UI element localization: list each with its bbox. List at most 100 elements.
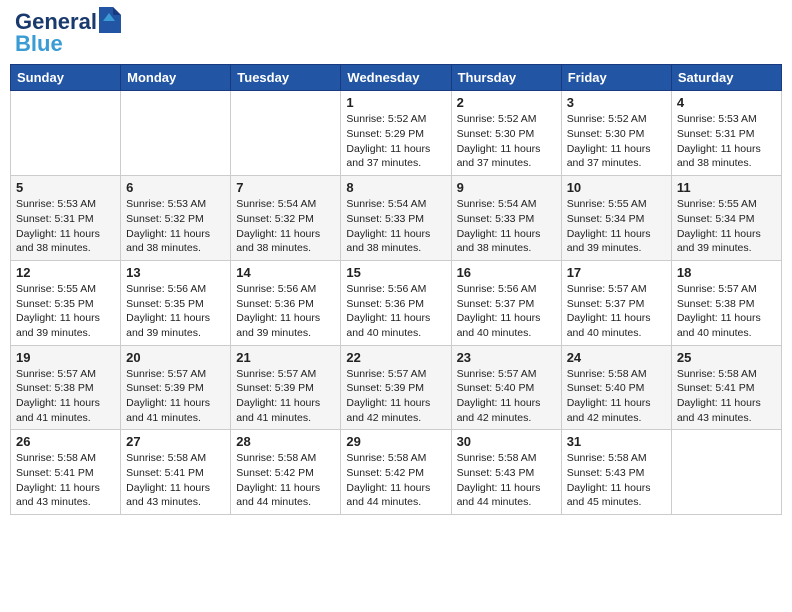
day-info: Sunrise: 5:52 AM Sunset: 5:29 PM Dayligh…	[346, 112, 445, 171]
calendar-cell: 21 Sunrise: 5:57 AM Sunset: 5:39 PM Dayli…	[231, 345, 341, 430]
day-number: 15	[346, 265, 445, 280]
day-info: Sunrise: 5:58 AM Sunset: 5:42 PM Dayligh…	[346, 451, 445, 510]
day-info: Sunrise: 5:54 AM Sunset: 5:33 PM Dayligh…	[346, 197, 445, 256]
calendar-cell	[121, 91, 231, 176]
day-number: 31	[567, 434, 666, 449]
calendar-cell: 15 Sunrise: 5:56 AM Sunset: 5:36 PM Dayli…	[341, 260, 451, 345]
calendar-cell: 11Sunrise: 5:55 AM Sunset: 5:34 PM Dayli…	[671, 176, 781, 261]
day-info: Sunrise: 5:54 AM Sunset: 5:33 PM Dayligh…	[457, 197, 556, 256]
calendar-cell: 14 Sunrise: 5:56 AM Sunset: 5:36 PM Dayli…	[231, 260, 341, 345]
day-info: Sunrise: 5:57 AM Sunset: 5:39 PM Dayligh…	[126, 367, 225, 426]
day-number: 6	[126, 180, 225, 195]
day-info: Sunrise: 5:57 AM Sunset: 5:38 PM Dayligh…	[16, 367, 115, 426]
day-info: Sunrise: 5:56 AM Sunset: 5:35 PM Dayligh…	[126, 282, 225, 341]
day-info: Sunrise: 5:58 AM Sunset: 5:40 PM Dayligh…	[567, 367, 666, 426]
day-info: Sunrise: 5:57 AM Sunset: 5:40 PM Dayligh…	[457, 367, 556, 426]
calendar-cell: 26Sunrise: 5:58 AM Sunset: 5:41 PM Dayli…	[11, 430, 121, 515]
day-info: Sunrise: 5:52 AM Sunset: 5:30 PM Dayligh…	[567, 112, 666, 171]
day-number: 12	[16, 265, 115, 280]
calendar-cell: 10Sunrise: 5:55 AM Sunset: 5:34 PM Dayli…	[561, 176, 671, 261]
calendar-week-3: 12Sunrise: 5:55 AM Sunset: 5:35 PM Dayli…	[11, 260, 782, 345]
calendar-cell: 31 Sunrise: 5:58 AM Sunset: 5:43 PM Dayli…	[561, 430, 671, 515]
calendar-week-1: 1Sunrise: 5:52 AM Sunset: 5:29 PM Daylig…	[11, 91, 782, 176]
logo-icon	[99, 7, 121, 33]
weekday-header-tuesday: Tuesday	[231, 65, 341, 91]
calendar-cell: 20 Sunrise: 5:57 AM Sunset: 5:39 PM Dayli…	[121, 345, 231, 430]
day-number: 20	[126, 350, 225, 365]
day-number: 3	[567, 95, 666, 110]
calendar-cell: 1Sunrise: 5:52 AM Sunset: 5:29 PM Daylig…	[341, 91, 451, 176]
day-number: 25	[677, 350, 776, 365]
day-number: 30	[457, 434, 556, 449]
day-info: Sunrise: 5:57 AM Sunset: 5:39 PM Dayligh…	[236, 367, 335, 426]
calendar-cell	[231, 91, 341, 176]
weekday-header-row: SundayMondayTuesdayWednesdayThursdayFrid…	[11, 65, 782, 91]
day-info: Sunrise: 5:57 AM Sunset: 5:37 PM Dayligh…	[567, 282, 666, 341]
day-info: Sunrise: 5:58 AM Sunset: 5:42 PM Dayligh…	[236, 451, 335, 510]
calendar-cell: 4 Sunrise: 5:53 AM Sunset: 5:31 PM Daylig…	[671, 91, 781, 176]
calendar-cell	[11, 91, 121, 176]
calendar-table: SundayMondayTuesdayWednesdayThursdayFrid…	[10, 64, 782, 515]
day-info: Sunrise: 5:55 AM Sunset: 5:34 PM Dayligh…	[567, 197, 666, 256]
day-info: Sunrise: 5:58 AM Sunset: 5:41 PM Dayligh…	[126, 451, 225, 510]
day-info: Sunrise: 5:57 AM Sunset: 5:39 PM Dayligh…	[346, 367, 445, 426]
day-info: Sunrise: 5:58 AM Sunset: 5:41 PM Dayligh…	[677, 367, 776, 426]
calendar-cell: 5 Sunrise: 5:53 AM Sunset: 5:31 PM Daylig…	[11, 176, 121, 261]
day-number: 14	[236, 265, 335, 280]
day-info: Sunrise: 5:54 AM Sunset: 5:32 PM Dayligh…	[236, 197, 335, 256]
calendar-cell: 13 Sunrise: 5:56 AM Sunset: 5:35 PM Dayli…	[121, 260, 231, 345]
weekday-header-friday: Friday	[561, 65, 671, 91]
day-number: 22	[346, 350, 445, 365]
calendar-cell: 18 Sunrise: 5:57 AM Sunset: 5:38 PM Dayli…	[671, 260, 781, 345]
day-number: 19	[16, 350, 115, 365]
calendar-cell: 9 Sunrise: 5:54 AM Sunset: 5:33 PM Daylig…	[451, 176, 561, 261]
day-info: Sunrise: 5:53 AM Sunset: 5:32 PM Dayligh…	[126, 197, 225, 256]
day-number: 2	[457, 95, 556, 110]
calendar-week-5: 26 Sunrise: 5:58 AM Sunset: 5:41 PM Dayli…	[11, 430, 782, 515]
day-number: 9	[457, 180, 556, 195]
calendar-week-2: 5 Sunrise: 5:53 AM Sunset: 5:31 PM Daylig…	[11, 176, 782, 261]
day-info: Sunrise: 5:58 AM Sunset: 5:43 PM Dayligh…	[457, 451, 556, 510]
day-info: Sunrise: 5:56 AM Sunset: 5:37 PM Dayligh…	[457, 282, 556, 341]
weekday-header-thursday: Thursday	[451, 65, 561, 91]
day-number: 27	[126, 434, 225, 449]
weekday-header-monday: Monday	[121, 65, 231, 91]
day-info: Sunrise: 5:53 AM Sunset: 5:31 PM Dayligh…	[16, 197, 115, 256]
day-number: 17	[567, 265, 666, 280]
day-number: 26	[16, 434, 115, 449]
calendar-cell: 19 Sunrise: 5:57 AM Sunset: 5:38 PM Dayli…	[11, 345, 121, 430]
day-number: 16	[457, 265, 556, 280]
day-number: 23	[457, 350, 556, 365]
day-number: 5	[16, 180, 115, 195]
day-info: Sunrise: 5:55 AM Sunset: 5:34 PM Dayligh…	[677, 197, 776, 256]
day-number: 4	[677, 95, 776, 110]
calendar-cell: 3 Sunrise: 5:52 AM Sunset: 5:30 PM Daylig…	[561, 91, 671, 176]
day-number: 28	[236, 434, 335, 449]
calendar-cell: 23 Sunrise: 5:57 AM Sunset: 5:40 PM Dayli…	[451, 345, 561, 430]
calendar-cell	[671, 430, 781, 515]
weekday-header-wednesday: Wednesday	[341, 65, 451, 91]
day-number: 13	[126, 265, 225, 280]
weekday-header-sunday: Sunday	[11, 65, 121, 91]
calendar-cell: 7Sunrise: 5:54 AM Sunset: 5:32 PM Daylig…	[231, 176, 341, 261]
day-info: Sunrise: 5:57 AM Sunset: 5:38 PM Dayligh…	[677, 282, 776, 341]
day-number: 18	[677, 265, 776, 280]
day-info: Sunrise: 5:58 AM Sunset: 5:43 PM Dayligh…	[567, 451, 666, 510]
day-info: Sunrise: 5:56 AM Sunset: 5:36 PM Dayligh…	[346, 282, 445, 341]
calendar-cell: 30 Sunrise: 5:58 AM Sunset: 5:43 PM Dayli…	[451, 430, 561, 515]
day-info: Sunrise: 5:53 AM Sunset: 5:31 PM Dayligh…	[677, 112, 776, 171]
logo: General Blue	[15, 10, 121, 56]
calendar-cell: 28 Sunrise: 5:58 AM Sunset: 5:42 PM Dayli…	[231, 430, 341, 515]
day-number: 24	[567, 350, 666, 365]
day-info: Sunrise: 5:56 AM Sunset: 5:36 PM Dayligh…	[236, 282, 335, 341]
page-header: General Blue	[10, 10, 782, 56]
calendar-cell: 29 Sunrise: 5:58 AM Sunset: 5:42 PM Dayli…	[341, 430, 451, 515]
day-number: 29	[346, 434, 445, 449]
calendar-cell: 22 Sunrise: 5:57 AM Sunset: 5:39 PM Dayli…	[341, 345, 451, 430]
calendar-cell: 17 Sunrise: 5:57 AM Sunset: 5:37 PM Dayli…	[561, 260, 671, 345]
calendar-cell: 27 Sunrise: 5:58 AM Sunset: 5:41 PM Dayli…	[121, 430, 231, 515]
day-number: 8	[346, 180, 445, 195]
day-number: 21	[236, 350, 335, 365]
calendar-cell: 16 Sunrise: 5:56 AM Sunset: 5:37 PM Dayli…	[451, 260, 561, 345]
logo-blue-text: Blue	[15, 32, 63, 56]
